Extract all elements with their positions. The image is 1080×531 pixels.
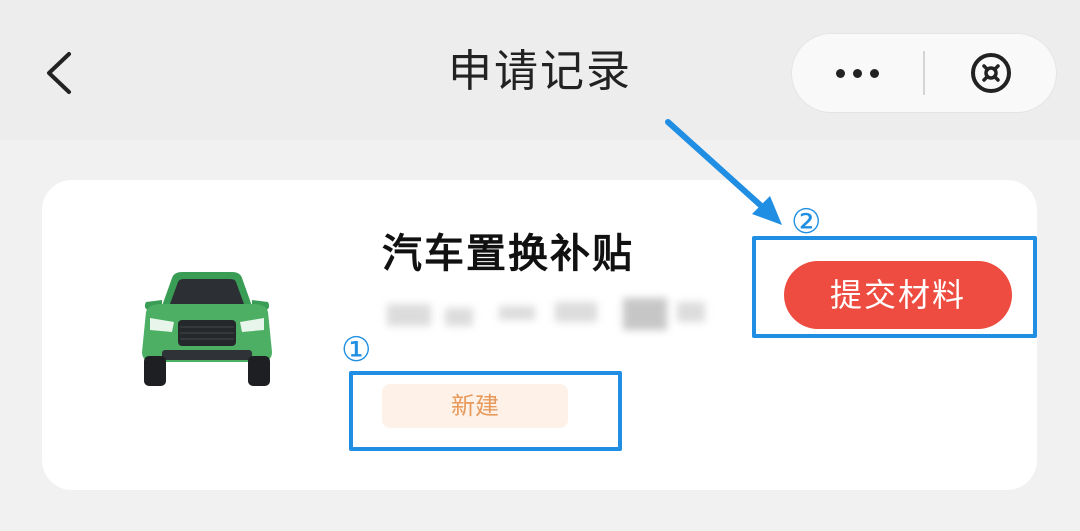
close-button[interactable]	[925, 33, 1057, 113]
annotation-marker-2: ②	[791, 202, 822, 242]
top-navbar: 申请记录	[0, 0, 1080, 140]
miniprogram-capsule	[791, 33, 1057, 113]
redacted-subtitle	[387, 298, 707, 332]
annotation-box-1	[349, 371, 622, 451]
annotation-box-2	[752, 236, 1037, 338]
green-suv-car-icon	[142, 272, 272, 386]
record-title: 汽车置换补贴	[382, 231, 634, 277]
more-button[interactable]	[791, 33, 923, 113]
annotation-marker-1: ①	[341, 330, 372, 370]
circle-close-icon	[971, 53, 1011, 93]
back-button[interactable]	[30, 45, 86, 101]
more-dots-icon	[832, 68, 883, 78]
page-title: 申请记录	[448, 46, 632, 97]
chevron-left-icon	[47, 52, 71, 94]
